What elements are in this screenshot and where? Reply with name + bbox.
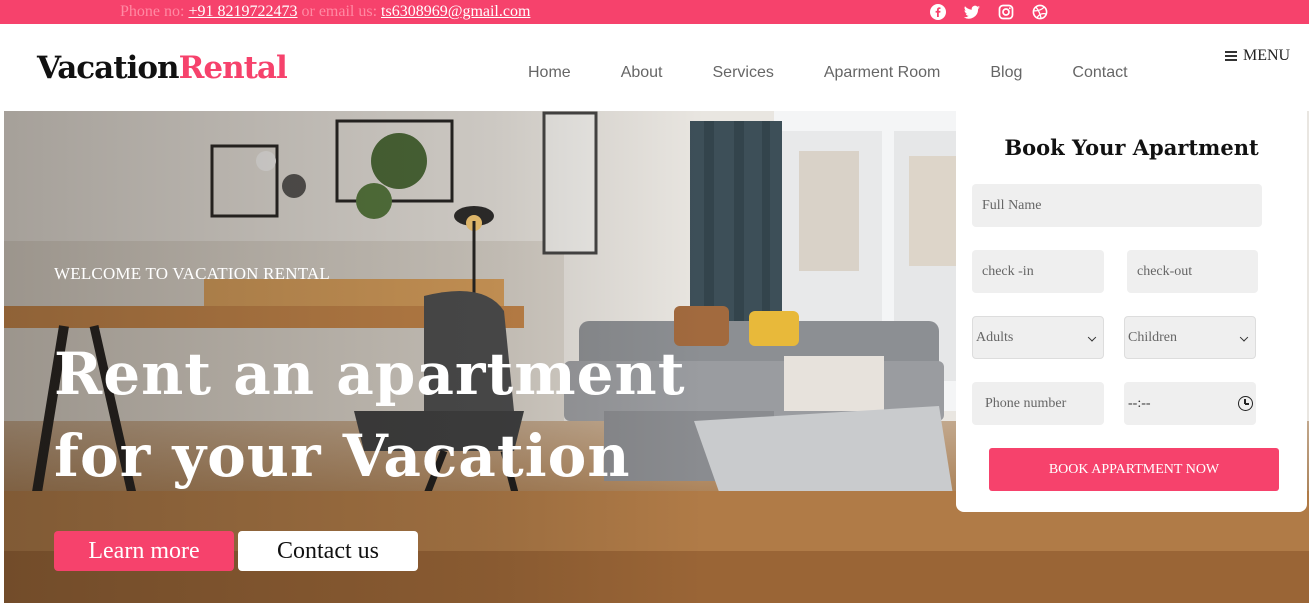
phone-label: Phone no:	[120, 3, 189, 20]
menu-label: MENU	[1243, 47, 1291, 64]
clock-icon[interactable]	[1238, 396, 1253, 411]
children-value: Children	[1128, 329, 1177, 345]
twitter-icon[interactable]	[962, 3, 982, 21]
adults-value: Adults	[976, 329, 1014, 345]
nav-home[interactable]: Home	[528, 64, 571, 82]
phone-link[interactable]: +91 8219722473	[188, 3, 297, 20]
booking-form: Book Your Apartment Adults Children --:-…	[956, 111, 1307, 512]
learn-more-button[interactable]: Learn more	[54, 531, 234, 571]
children-select[interactable]: Children	[1124, 316, 1256, 359]
logo-part-vacation: Vacation	[37, 50, 180, 86]
phone-number-input[interactable]	[972, 382, 1104, 425]
book-apartment-button[interactable]: BOOK APPARTMENT NOW	[989, 448, 1279, 491]
nav-about[interactable]: About	[621, 64, 663, 82]
full-name-input[interactable]	[972, 184, 1262, 227]
dribbble-icon[interactable]	[1030, 3, 1050, 21]
main-nav: Home About Services Aparment Room Blog C…	[528, 64, 1128, 82]
welcome-text: WELCOME TO VACATION RENTAL	[54, 264, 330, 283]
hero-headline: Rent an apartment for your Vacation	[54, 340, 686, 490]
site-logo[interactable]: VacationRental	[37, 48, 288, 88]
nav-apartment-room[interactable]: Aparment Room	[824, 64, 941, 82]
contact-info: Phone no: +91 8219722473 or email us: ts…	[120, 3, 530, 21]
check-in-input[interactable]	[972, 250, 1104, 293]
hamburger-icon	[1225, 51, 1237, 61]
booking-title: Book Your Apartment	[1004, 135, 1259, 160]
adults-select[interactable]: Adults	[972, 316, 1104, 359]
chevron-down-icon	[1087, 332, 1097, 342]
time-value: --:--	[1128, 395, 1151, 411]
check-out-input[interactable]	[1127, 250, 1258, 293]
menu-toggle[interactable]: MENU	[1225, 47, 1290, 65]
chevron-down-icon	[1239, 332, 1249, 342]
nav-blog[interactable]: Blog	[990, 64, 1022, 82]
nav-contact[interactable]: Contact	[1072, 64, 1127, 82]
nav-services[interactable]: Services	[713, 64, 774, 82]
social-links	[928, 3, 1050, 21]
contact-us-button[interactable]: Contact us	[238, 531, 418, 571]
email-link[interactable]: ts6308969@gmail.com	[381, 3, 530, 20]
instagram-icon[interactable]	[996, 3, 1016, 21]
time-input[interactable]: --:--	[1124, 382, 1256, 425]
logo-part-rental: Rental	[178, 50, 288, 86]
email-label: or email us:	[297, 3, 382, 20]
site-header: VacationRental Home About Services Aparm…	[4, 24, 1309, 111]
facebook-icon[interactable]	[928, 3, 948, 21]
top-bar: Phone no: +91 8219722473 or email us: ts…	[0, 0, 1309, 24]
